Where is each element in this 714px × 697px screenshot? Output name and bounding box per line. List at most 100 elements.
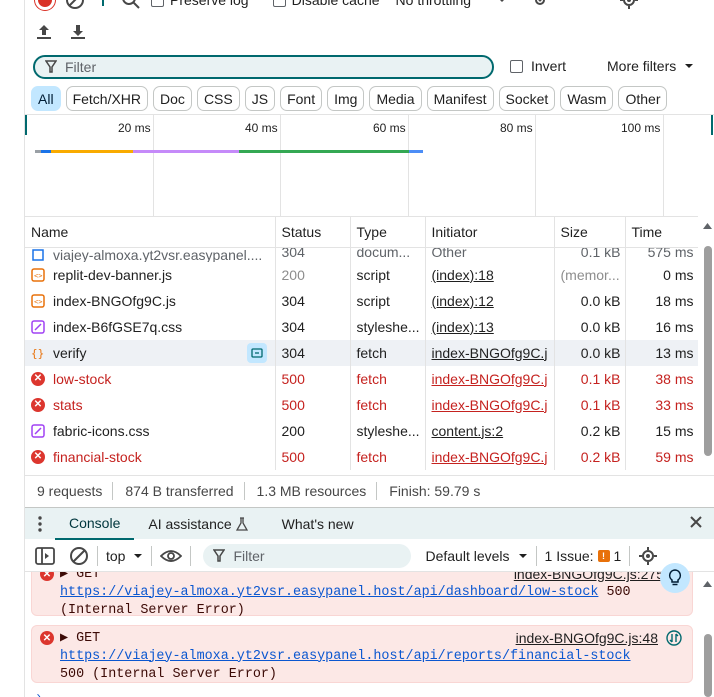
console-prompt-icon[interactable]: › xyxy=(35,690,42,697)
overview-bar xyxy=(239,150,409,153)
request-initiator-link[interactable]: index-BNGOfg9C.j xyxy=(432,345,548,361)
request-time: 15 ms xyxy=(625,417,698,444)
request-initiator-link[interactable]: index-BNGOfg9C.j xyxy=(432,397,548,413)
console-source-link[interactable]: index-BNGOfg9C.js:48 xyxy=(516,630,658,646)
tab-whats-new[interactable]: What's new xyxy=(268,508,368,540)
column-initiator[interactable]: Initiator xyxy=(425,217,555,248)
console-source-link[interactable]: index-BNGOfg9C.js:275 xyxy=(514,572,664,582)
expand-triangle-icon[interactable]: ▶ xyxy=(60,572,76,582)
column-size[interactable]: Size xyxy=(554,217,626,248)
network-filter-input[interactable] xyxy=(65,59,465,75)
table-row[interactable]: index-B6fGSE7q.css 304 styleshe... (inde… xyxy=(25,313,698,340)
column-status[interactable]: Status xyxy=(275,217,351,248)
settings-gear-icon[interactable] xyxy=(619,0,639,10)
table-row[interactable]: {} verify 304 fetch index-BNGOfg9C.j 0.0 … xyxy=(25,339,698,366)
chip-img[interactable]: Img xyxy=(327,86,365,111)
tab-ai-assistance[interactable]: AI assistance xyxy=(134,508,261,540)
invert-checkbox[interactable]: Invert xyxy=(510,58,566,74)
table-scrollbar-thumb[interactable] xyxy=(704,246,712,456)
replay-xhr-icon[interactable] xyxy=(247,342,267,363)
issues-counter[interactable]: 1 Issue: ! 1 xyxy=(545,548,622,564)
console-scrollbar[interactable] xyxy=(701,572,714,697)
network-conditions-icon[interactable] xyxy=(531,0,549,9)
log-levels-dropdown[interactable]: Default levels xyxy=(425,548,527,564)
preserve-log-checkbox[interactable]: Preserve log xyxy=(151,0,249,8)
request-initiator-link[interactable]: index-BNGOfg9C.j xyxy=(432,371,548,387)
context-selector[interactable]: top xyxy=(106,548,143,564)
chip-other[interactable]: Other xyxy=(618,86,668,111)
invert-box[interactable] xyxy=(510,59,523,73)
console-error-message[interactable]: ✕ ▶ GET index-BNGOfg9C.js:275 https://via… xyxy=(31,572,693,618)
more-filters-dropdown[interactable]: More filters xyxy=(607,58,694,74)
chip-socket[interactable]: Socket xyxy=(498,86,556,111)
export-har-download-icon[interactable] xyxy=(69,23,87,41)
chip-doc[interactable]: Doc xyxy=(153,86,192,111)
table-row[interactable]: <> index-BNGOfg9C.js 304 script (index):1… xyxy=(25,287,698,314)
request-initiator-link[interactable]: index-BNGOfg9C.j xyxy=(432,449,548,465)
request-type: fetch xyxy=(350,443,426,470)
console-settings-gear-icon[interactable] xyxy=(638,546,658,566)
toolbar-divider xyxy=(97,545,98,566)
import-har-upload-icon[interactable] xyxy=(35,23,53,41)
request-initiator-link[interactable]: content.js:2 xyxy=(432,423,504,439)
overview-left-handle[interactable] xyxy=(25,115,27,135)
column-time[interactable]: Time xyxy=(625,217,698,248)
column-type[interactable]: Type xyxy=(350,217,426,248)
summary-finish: Finish: 59.79 s xyxy=(389,482,481,499)
table-row[interactable]: <> replit-dev-banner.js 200 script (index… xyxy=(25,261,698,288)
chip-js[interactable]: JS xyxy=(244,86,276,111)
sidebar-toggle-icon[interactable] xyxy=(35,546,55,565)
log-levels-value: Default levels xyxy=(425,547,510,564)
live-expression-eye-icon[interactable] xyxy=(160,548,183,564)
chip-media[interactable]: Media xyxy=(369,86,422,111)
clear-console-icon[interactable] xyxy=(69,546,89,566)
preserve-log-box[interactable] xyxy=(151,0,164,7)
search-icon[interactable] xyxy=(121,0,141,10)
chip-fetch-xhr[interactable]: Fetch/XHR xyxy=(65,86,149,111)
tab-console[interactable]: Console xyxy=(55,508,135,540)
column-name[interactable]: Name xyxy=(25,217,276,248)
scroll-up-arrow-icon[interactable] xyxy=(701,220,714,232)
record-stop-button[interactable] xyxy=(35,0,55,10)
table-row[interactable]: ✕ stats 500 fetch index-BNGOfg9C.j 0.1 kB… xyxy=(25,391,698,418)
clear-icon[interactable] xyxy=(65,0,85,10)
expand-triangle-icon[interactable]: ▶ xyxy=(60,630,76,646)
console-error-message[interactable]: ✕ ▶ GET index-BNGOfg9C.js:48 https://viaj… xyxy=(31,625,693,683)
network-filter-field[interactable] xyxy=(33,55,494,79)
table-scrollbar[interactable] xyxy=(701,216,714,472)
close-drawer-icon[interactable] xyxy=(688,514,704,533)
chip-manifest[interactable]: Manifest xyxy=(426,86,494,111)
filter-funnel-icon[interactable] xyxy=(95,0,111,10)
table-row[interactable]: fabric-icons.css 200 styleshe... content… xyxy=(25,417,698,444)
disable-cache-box[interactable] xyxy=(272,0,286,7)
console-url-link[interactable]: https://viajey-almoxa.yt2vsr.easypanel.h… xyxy=(60,585,598,600)
console-filter-field[interactable]: Filter xyxy=(203,543,412,568)
toolbar-divider xyxy=(629,545,631,566)
request-name: verify xyxy=(53,344,87,361)
error-icon: ✕ xyxy=(40,631,54,645)
request-initiator-link[interactable]: (index):12 xyxy=(432,293,494,309)
chip-wasm[interactable]: Wasm xyxy=(560,86,614,111)
table-row[interactable]: viajey-almoxa.yt2vsr.easypanel.... 304 d… xyxy=(25,247,698,262)
console-scrollbar-thumb[interactable] xyxy=(704,634,712,697)
console-status-text: 500 (Internal Server Error) xyxy=(60,666,277,682)
overview-gridline xyxy=(280,115,281,217)
ai-insight-lightbulb-icon[interactable] xyxy=(660,563,690,593)
chip-font[interactable]: Font xyxy=(280,86,323,111)
table-row[interactable]: ✕ low-stock 500 fetch index-BNGOfg9C.j 0.… xyxy=(25,365,698,392)
table-row[interactable]: ✕ financial-stock 500 fetch index-BNGOfg9… xyxy=(25,443,698,470)
document-icon xyxy=(31,248,45,262)
console-url-link[interactable]: https://viajey-almoxa.yt2vsr.easypanel.h… xyxy=(60,649,631,664)
request-initiator-link[interactable]: (index):13 xyxy=(432,319,494,335)
drawer-menu-kebab-icon[interactable] xyxy=(25,515,55,532)
scroll-up-arrow-icon[interactable] xyxy=(701,578,714,590)
chip-css[interactable]: CSS xyxy=(196,86,240,111)
request-initiator-link[interactable]: (index):18 xyxy=(432,267,494,283)
throttling-select[interactable]: No throttling xyxy=(396,0,507,8)
chevron-down-icon xyxy=(497,0,507,5)
network-request-icon[interactable] xyxy=(666,630,682,646)
chip-all[interactable]: All xyxy=(31,86,61,111)
network-overview-timeline[interactable]: 20 ms 40 ms 60 ms 80 ms 100 ms xyxy=(25,114,714,217)
overview-right-handle[interactable] xyxy=(711,115,713,135)
disable-cache-checkbox[interactable]: Disable cache xyxy=(272,0,380,8)
